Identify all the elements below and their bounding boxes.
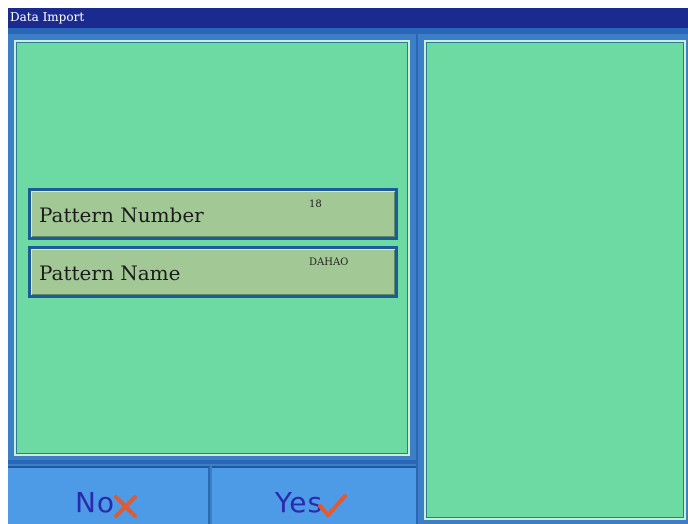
check-mark-icon [318, 494, 348, 517]
no-button-label: No [74, 485, 116, 519]
yes-button[interactable]: Yes [212, 466, 416, 524]
pattern-name-label: Pattern Name [39, 261, 181, 285]
pattern-number-field-inner: Pattern Number 18 [31, 191, 395, 237]
window-title: Data Import [10, 10, 85, 24]
pattern-number-value: 18 [309, 199, 322, 210]
right-panel [424, 40, 686, 520]
yes-button-label: Yes [274, 485, 324, 519]
pattern-number-field[interactable]: Pattern Number 18 [28, 188, 398, 240]
title-bar: Data Import [0, 0, 688, 28]
pattern-name-field[interactable]: Pattern Name DAHAO [28, 246, 398, 298]
no-button[interactable]: No [8, 466, 210, 524]
pattern-number-label: Pattern Number [39, 203, 204, 227]
x-mark-icon [114, 495, 138, 518]
title-bar-background [8, 8, 688, 28]
pattern-name-value: DAHAO [309, 257, 349, 268]
pattern-name-field-inner: Pattern Name DAHAO [31, 249, 395, 295]
